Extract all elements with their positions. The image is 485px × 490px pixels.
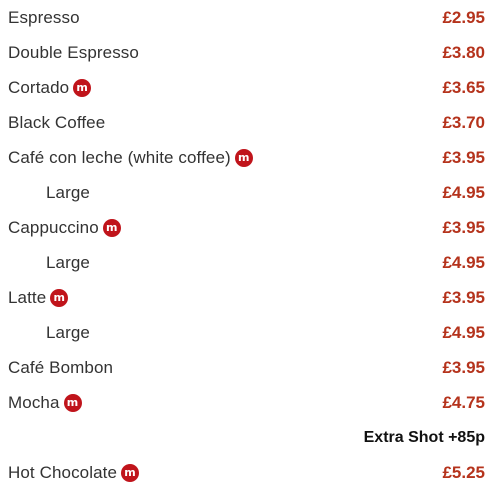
item-price: £2.95 bbox=[442, 7, 485, 27]
menu-item-black-coffee: Black Coffee £3.70 bbox=[0, 105, 485, 140]
menu-item-hot-chocolate: Hot Chocolate m £5.25 bbox=[0, 455, 485, 490]
item-name: Large bbox=[46, 182, 90, 202]
item-price: £4.95 bbox=[442, 322, 485, 342]
item-price: £4.95 bbox=[442, 252, 485, 272]
menu-item-latte: Latte m £3.95 bbox=[0, 280, 485, 315]
item-name: Café con leche (white coffee) m bbox=[8, 148, 253, 168]
item-price: £3.95 bbox=[442, 357, 485, 377]
item-name: Double Espresso bbox=[8, 42, 139, 62]
item-name: Hot Chocolate m bbox=[8, 463, 140, 483]
menu-item-cafe-con-leche-large: Large £4.95 bbox=[0, 175, 485, 210]
item-price: £3.70 bbox=[442, 112, 485, 132]
m-badge-icon: m bbox=[234, 148, 253, 167]
item-name: Cappuccino m bbox=[8, 218, 121, 238]
extra-shot-row: Extra Shot +85p bbox=[0, 420, 485, 455]
coffee-menu: Espresso £2.95 Double Espresso £3.80 Cor… bbox=[0, 0, 485, 490]
menu-item-double-espresso: Double Espresso £3.80 bbox=[0, 35, 485, 70]
menu-item-cortado: Cortado m £3.65 bbox=[0, 70, 485, 105]
m-badge-icon: m bbox=[102, 218, 121, 237]
extra-shot-note: Extra Shot +85p bbox=[363, 428, 485, 446]
m-badge-icon: m bbox=[73, 78, 92, 97]
menu-item-cafe-bombon: Café Bombon £3.95 bbox=[0, 350, 485, 385]
menu-item-latte-large: Large £4.95 bbox=[0, 315, 485, 350]
menu-item-cappuccino: Cappuccino m £3.95 bbox=[0, 210, 485, 245]
item-price: £5.25 bbox=[442, 462, 485, 482]
item-name: Large bbox=[46, 252, 90, 272]
item-price: £3.95 bbox=[442, 147, 485, 167]
menu-item-mocha: Mocha m £4.75 bbox=[0, 385, 485, 420]
item-name: Black Coffee bbox=[8, 112, 106, 132]
item-name: Cortado m bbox=[8, 78, 92, 98]
m-badge-icon: m bbox=[121, 463, 140, 482]
item-price: £3.95 bbox=[442, 217, 485, 237]
menu-item-cafe-con-leche: Café con leche (white coffee) m £3.95 bbox=[0, 140, 485, 175]
menu-item-cappuccino-large: Large £4.95 bbox=[0, 245, 485, 280]
item-name: Large bbox=[46, 322, 90, 342]
m-badge-icon: m bbox=[63, 393, 82, 412]
item-price: £4.75 bbox=[442, 392, 485, 412]
menu-item-espresso: Espresso £2.95 bbox=[0, 0, 485, 35]
item-name: Espresso bbox=[8, 7, 80, 27]
item-name: Mocha m bbox=[8, 393, 82, 413]
item-price: £3.95 bbox=[442, 287, 485, 307]
item-name: Café Bombon bbox=[8, 357, 114, 377]
item-name: Latte m bbox=[8, 288, 69, 308]
item-price: £3.65 bbox=[442, 77, 485, 97]
item-price: £3.80 bbox=[442, 42, 485, 62]
item-price: £4.95 bbox=[442, 182, 485, 202]
m-badge-icon: m bbox=[50, 288, 69, 307]
